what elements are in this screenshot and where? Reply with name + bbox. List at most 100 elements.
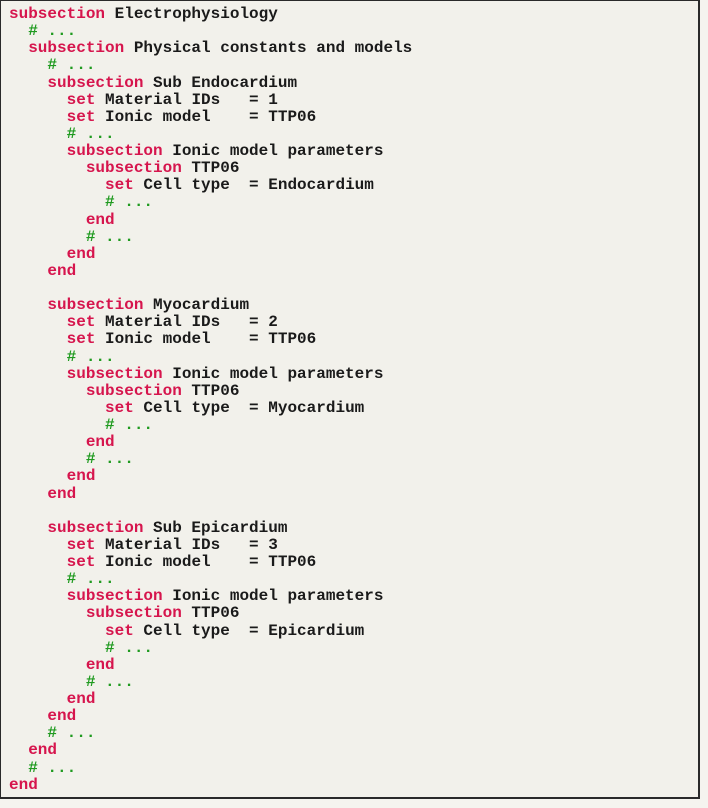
keyword-end: end <box>85 210 115 229</box>
code-line: end <box>9 708 412 725</box>
comment: # ... <box>47 56 96 75</box>
code-text: TTP06 <box>181 604 240 623</box>
code-text: Ionic model = TTP06 <box>95 553 317 571</box>
keyword-subsection: subsection <box>47 73 144 92</box>
code-line: subsection Ionic model parameters <box>9 588 412 605</box>
code-line: # ... <box>9 57 412 74</box>
code-line: end <box>9 485 412 503</box>
code-line: # ... <box>9 227 412 246</box>
code-text: Material IDs = 3 <box>95 535 278 554</box>
keyword-subsection: subsection <box>47 518 144 537</box>
comment: # ... <box>66 124 115 143</box>
keyword-subsection: subsection <box>66 142 163 160</box>
keyword-end: end <box>85 433 115 452</box>
code-text: Cell type = Myocardium <box>133 398 365 417</box>
code-line: subsection Sub Endocardium <box>9 73 412 92</box>
keyword-set: set <box>105 176 134 195</box>
keyword-subsection: subsection <box>85 159 182 178</box>
keyword-set: set <box>66 330 96 349</box>
code-line: subsection TTP06 <box>9 381 412 400</box>
code-text: TTP06 <box>181 381 240 400</box>
keyword-subsection: subsection <box>66 587 163 606</box>
code-line: end <box>9 262 412 280</box>
code-line: end <box>9 245 412 263</box>
keyword-end: end <box>66 467 96 486</box>
code-text: Electrophysiology <box>105 5 278 23</box>
keyword-end: end <box>47 707 77 726</box>
code-line: end <box>9 468 412 485</box>
code-line: # ... <box>9 571 412 588</box>
parameter-file-code: subsection Electrophysiology # ... subse… <box>9 5 412 794</box>
code-text: Sub Endocardium <box>143 73 298 92</box>
comment: # ... <box>66 570 115 589</box>
code-line: subsection Myocardium <box>9 297 412 314</box>
code-line: subsection TTP06 <box>9 160 412 177</box>
code-text: Ionic model parameters <box>162 587 384 606</box>
comment: # ... <box>85 227 134 246</box>
keyword-subsection: subsection <box>9 5 106 23</box>
comment: # ... <box>85 672 134 691</box>
keyword-subsection: subsection <box>85 381 182 400</box>
code-text: Ionic model = TTP06 <box>95 330 317 349</box>
code-line: end <box>9 434 412 451</box>
code-line: # ... <box>9 672 412 691</box>
code-line: end <box>9 742 412 759</box>
code-line: end <box>9 656 412 674</box>
code-line: subsection Physical constants and models <box>9 40 412 57</box>
keyword-end: end <box>9 775 38 794</box>
code-text: Material IDs = 1 <box>95 90 278 109</box>
code-line: set Material IDs = 2 <box>9 314 412 331</box>
comment: # ... <box>85 450 134 469</box>
code-line: subsection Ionic model parameters <box>9 364 412 383</box>
code-line: # ... <box>9 23 412 40</box>
code-text: Ionic model parameters <box>162 142 384 160</box>
keyword-subsection: subsection <box>66 364 163 383</box>
code-line: subsection TTP06 <box>9 605 412 622</box>
code-line: end <box>9 690 412 708</box>
code-line: # ... <box>9 194 412 211</box>
code-line: # ... <box>9 416 412 434</box>
code-text: Ionic model parameters <box>162 364 384 383</box>
keyword-set: set <box>105 621 134 640</box>
code-line: subsection Sub Epicardium <box>9 518 412 537</box>
comment: # ... <box>66 347 115 366</box>
code-line: # ... <box>9 451 412 468</box>
keyword-set: set <box>66 90 96 109</box>
code-text: TTP06 <box>181 159 240 178</box>
code-line: # ... <box>9 758 412 777</box>
code-text: Physical constants and models <box>124 39 413 58</box>
comment: # ... <box>28 758 77 777</box>
